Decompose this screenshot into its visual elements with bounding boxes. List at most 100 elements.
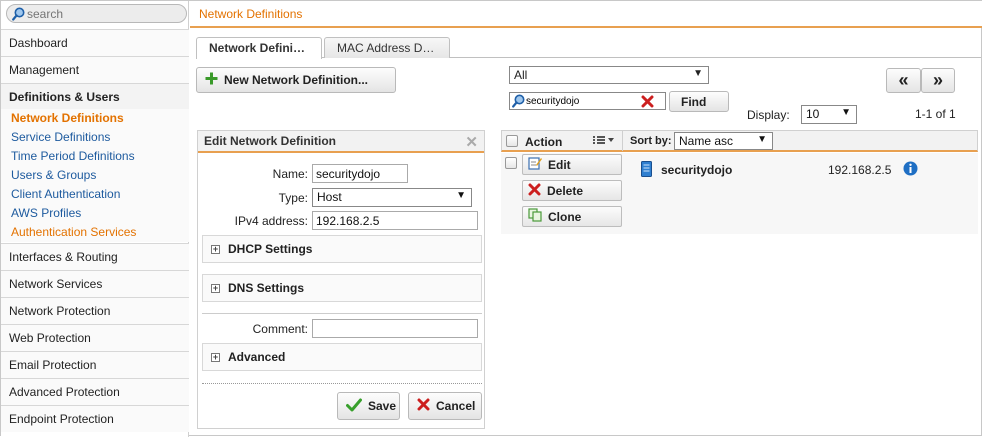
nav-sub-authentication-services[interactable]: Authentication Services	[1, 223, 189, 242]
search-icon	[12, 7, 25, 24]
nav-advanced-protection[interactable]: Advanced Protection	[1, 378, 189, 405]
results-header: Action Sort by: Name asc ▼	[501, 130, 978, 152]
chevron-double-right-icon: »	[932, 70, 943, 90]
display-count-value: 10	[806, 107, 820, 121]
new-network-definition-button[interactable]: New Network Definition...	[196, 67, 396, 93]
nav-interfaces-routing[interactable]: Interfaces & Routing	[1, 243, 189, 270]
sidebar-search-input[interactable]	[27, 6, 177, 21]
previous-page-button[interactable]: «	[886, 68, 921, 93]
chevron-double-left-icon: «	[898, 70, 909, 90]
dropdown-arrow-icon: ▼	[456, 190, 466, 201]
edit-network-definition-panel: Edit Network Definition ✕ Name: Type: Ho…	[197, 130, 485, 429]
header-divider	[622, 131, 623, 151]
display-label: Display:	[747, 108, 790, 122]
x-icon	[528, 183, 541, 199]
nav-web-protection[interactable]: Web Protection	[1, 324, 189, 351]
nav-management[interactable]: Management	[1, 56, 189, 83]
clear-search-icon[interactable]	[641, 95, 654, 111]
save-label: Save	[368, 399, 397, 413]
panel-title: Edit Network Definition	[204, 134, 336, 148]
expand-icon: +	[211, 243, 220, 254]
sidebar: Dashboard Management Definitions & Users…	[1, 1, 189, 437]
pagination-range: 1-1 of 1	[915, 107, 956, 121]
nav-endpoint-protection[interactable]: Endpoint Protection	[1, 405, 189, 432]
select-all-checkbox[interactable]	[506, 135, 518, 147]
nav-sub-network-definitions[interactable]: Network Definitions	[1, 109, 189, 128]
advanced-toggle[interactable]: + Advanced	[202, 343, 482, 371]
dropdown-arrow-icon: ▼	[757, 134, 767, 145]
host-icon	[641, 161, 652, 180]
plus-icon	[205, 72, 218, 88]
dropdown-arrow-icon: ▼	[693, 68, 703, 79]
sidebar-search[interactable]	[6, 4, 187, 23]
nav-email-protection[interactable]: Email Protection	[1, 351, 189, 378]
checkmark-icon	[346, 398, 362, 415]
panel-divider	[202, 313, 482, 314]
cancel-label: Cancel	[436, 399, 476, 413]
nav-sub-users-groups[interactable]: Users & Groups	[1, 166, 189, 185]
page-header: Network Definitions	[190, 1, 982, 28]
type-select-value: Host	[317, 190, 342, 204]
sort-select[interactable]: Name asc ▼	[674, 132, 773, 150]
nav-sub-client-authentication[interactable]: Client Authentication	[1, 185, 189, 204]
filter-search-box[interactable]	[509, 92, 666, 110]
row-checkbox[interactable]	[505, 157, 517, 169]
edit-label: Edit	[548, 157, 571, 172]
ipv4-address-field[interactable]	[312, 211, 478, 230]
filter-scope-select[interactable]: All ▼	[509, 66, 709, 84]
definition-ip: 192.168.2.5	[828, 163, 892, 177]
ipv4-label: IPv4 address:	[234, 214, 308, 228]
find-button[interactable]: Find	[669, 91, 729, 112]
tab-mac-address-definitions[interactable]: MAC Address D…	[324, 37, 450, 58]
dropdown-arrow-icon: ▼	[841, 107, 851, 118]
type-label: Type:	[278, 191, 308, 205]
page-title: Network Definitions	[199, 7, 303, 21]
info-icon[interactable]	[903, 161, 918, 179]
cancel-button[interactable]: Cancel	[408, 392, 482, 420]
new-network-definition-label: New Network Definition...	[224, 73, 369, 87]
tab-network-definitions[interactable]: Network Defini…	[196, 37, 322, 59]
edit-button[interactable]: Edit	[522, 154, 622, 175]
type-select[interactable]: Host ▼	[312, 188, 472, 207]
delete-label: Delete	[547, 183, 584, 198]
clone-button[interactable]: Clone	[522, 206, 622, 227]
comment-field[interactable]	[312, 319, 478, 338]
column-menu-icon[interactable]	[592, 134, 616, 149]
expand-icon: +	[211, 282, 220, 293]
nav-network-services[interactable]: Network Services	[1, 270, 189, 297]
expand-icon: +	[211, 351, 220, 362]
panel-header: Edit Network Definition ✕	[198, 131, 484, 153]
dns-settings-label: DNS Settings	[228, 281, 305, 295]
clone-label: Clone	[548, 209, 582, 224]
search-icon	[512, 94, 525, 111]
display-count-select[interactable]: 10 ▼	[801, 105, 857, 124]
nav-sub-aws-profiles[interactable]: AWS Profiles	[1, 204, 189, 223]
dhcp-settings-toggle[interactable]: + DHCP Settings	[202, 235, 482, 263]
filter-scope-value: All	[514, 68, 528, 82]
edit-icon	[528, 156, 542, 173]
x-icon	[417, 398, 430, 414]
dhcp-settings-label: DHCP Settings	[228, 242, 313, 256]
sort-by-label: Sort by:	[630, 135, 672, 147]
dns-settings-toggle[interactable]: + DNS Settings	[202, 274, 482, 302]
filter-search-input[interactable]	[526, 94, 644, 108]
close-icon[interactable]: ✕	[465, 133, 478, 151]
nav-network-protection[interactable]: Network Protection	[1, 297, 189, 324]
save-button[interactable]: Save	[337, 392, 400, 420]
table-row: Edit Delete Clone securitydojo 192.168.2…	[501, 153, 978, 234]
find-label: Find	[681, 94, 707, 109]
delete-button[interactable]: Delete	[522, 180, 622, 201]
advanced-label: Advanced	[228, 350, 286, 364]
results-list: Action Sort by: Name asc ▼ Edit Delete C…	[501, 130, 978, 430]
nav-dashboard[interactable]: Dashboard	[1, 29, 189, 56]
clone-icon	[528, 208, 542, 225]
nav-definitions-users[interactable]: Definitions & Users	[1, 83, 189, 110]
name-field[interactable]	[312, 164, 408, 183]
name-label: Name:	[272, 167, 308, 181]
panel-dotted-divider	[202, 383, 482, 384]
definition-name[interactable]: securitydojo	[661, 163, 732, 177]
nav-sub-time-period-definitions[interactable]: Time Period Definitions	[1, 147, 189, 166]
next-page-button[interactable]: »	[921, 68, 955, 93]
nav-sub-service-definitions[interactable]: Service Definitions	[1, 128, 189, 147]
comment-label: Comment:	[252, 322, 308, 336]
